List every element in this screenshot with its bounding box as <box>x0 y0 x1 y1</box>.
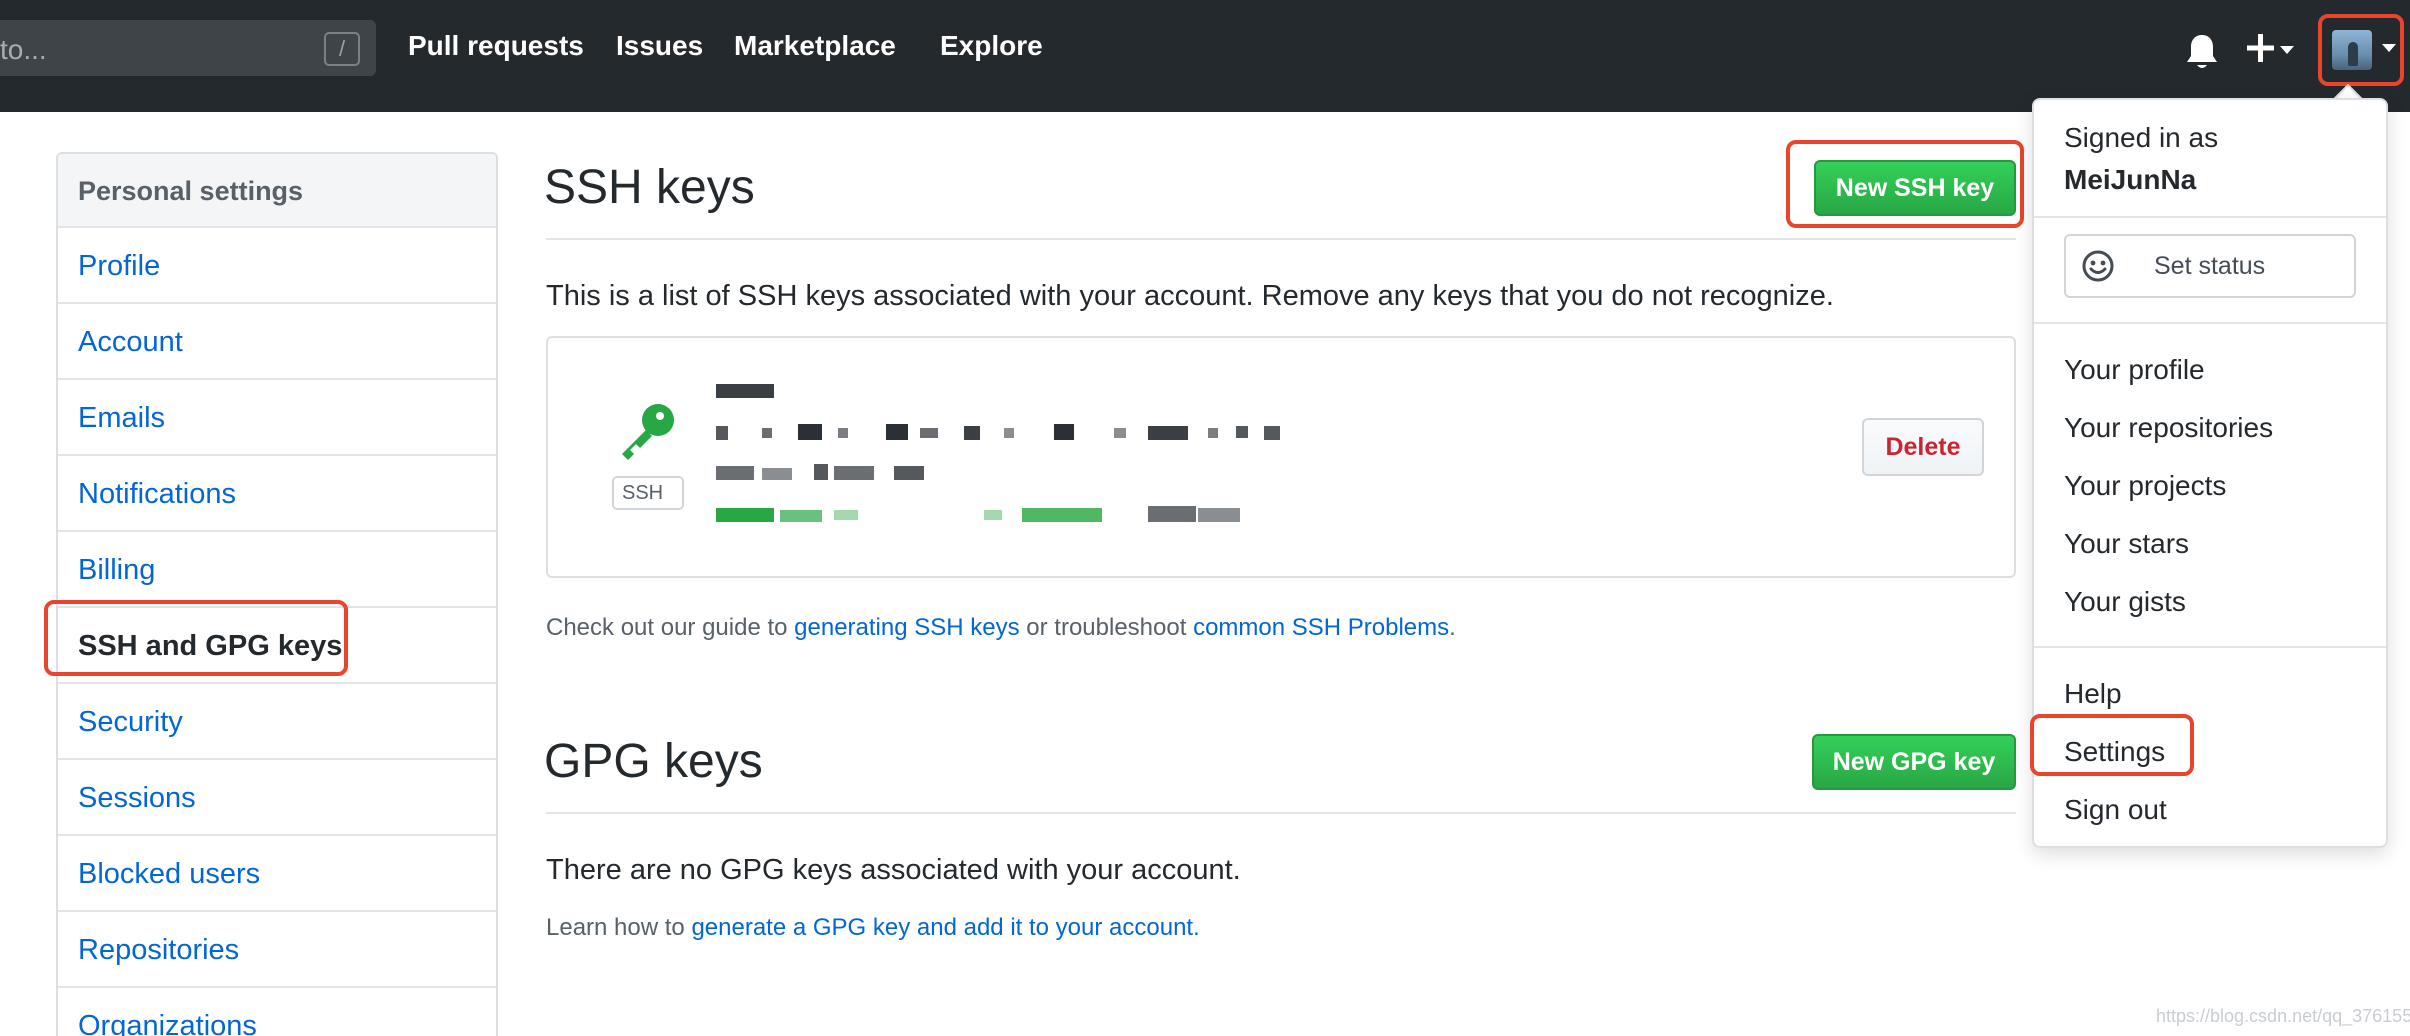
nav-marketplace[interactable]: Marketplace <box>734 30 896 62</box>
sidebar-item-billing[interactable]: Billing <box>58 532 496 608</box>
avatar <box>2332 30 2372 70</box>
highlight-new-ssh-key <box>1786 140 2024 228</box>
ssh-guide-text: Check out our guide to generating SSH ke… <box>546 614 1456 642</box>
search-shortcut-key: / <box>324 32 360 66</box>
avatar-menu-toggle[interactable] <box>2318 14 2404 86</box>
menu-your-gists[interactable]: Your gists <box>2064 586 2186 618</box>
signed-in-username: MeiJunNa <box>2064 164 2197 195</box>
ssh-title-divider <box>546 238 2016 240</box>
dropdown-divider <box>2034 646 2386 648</box>
menu-sign-out[interactable]: Sign out <box>2064 794 2167 826</box>
highlight-settings <box>2030 714 2194 776</box>
dropdown-divider <box>2034 216 2386 218</box>
smiley-icon <box>2082 250 2114 282</box>
ssh-key-item: SSH Delete <box>546 336 2016 578</box>
sidebar-item-organizations[interactable]: Organizations <box>58 988 496 1036</box>
chevron-down-icon <box>2382 44 2396 52</box>
sidebar-item-notifications[interactable]: Notifications <box>58 456 496 532</box>
menu-your-repositories[interactable]: Your repositories <box>2064 412 2273 444</box>
nav-pull-requests[interactable]: Pull requests <box>408 30 584 62</box>
gpg-empty-text: There are no GPG keys associated with yo… <box>546 854 1241 886</box>
ssh-guide-prefix: Check out our guide to <box>546 614 795 641</box>
nav-issues[interactable]: Issues <box>616 30 703 62</box>
sidebar-heading: Personal settings <box>58 154 496 228</box>
delete-ssh-key-button[interactable]: Delete <box>1862 418 1984 476</box>
sidebar-item-emails[interactable]: Emails <box>58 380 496 456</box>
ssh-keys-title: SSH keys <box>544 161 755 214</box>
generate-gpg-key-link[interactable]: generate a GPG key and add it to your ac… <box>691 914 1193 941</box>
search-placeholder: to... <box>0 34 47 65</box>
nav-explore[interactable]: Explore <box>940 30 1043 62</box>
ssh-guide-suffix: . <box>1449 614 1456 641</box>
plus-icon[interactable] <box>2244 28 2300 72</box>
top-navbar: to... / Pull requests Issues Marketplace… <box>0 0 2410 112</box>
sidebar-item-sessions[interactable]: Sessions <box>58 760 496 836</box>
sidebar-item-repositories[interactable]: Repositories <box>58 912 496 988</box>
settings-sidebar: Personal settings Profile Account Emails… <box>56 152 498 1036</box>
menu-your-projects[interactable]: Your projects <box>2064 470 2226 502</box>
sidebar-item-profile[interactable]: Profile <box>58 228 496 304</box>
gpg-learn-prefix: Learn how to <box>546 914 692 941</box>
menu-your-stars[interactable]: Your stars <box>2064 528 2189 560</box>
sidebar-item-account[interactable]: Account <box>58 304 496 380</box>
sidebar-item-blocked-users[interactable]: Blocked users <box>58 836 496 912</box>
gpg-learn-text: Learn how to generate a GPG key and add … <box>546 914 1200 942</box>
common-ssh-problems-link[interactable]: common SSH Problems <box>1193 614 1449 641</box>
dropdown-divider <box>2034 322 2386 324</box>
watermark-text: https://blog.csdn.net/qq_37615595 <box>2156 1006 2410 1026</box>
set-status-button[interactable]: Set status <box>2064 234 2356 298</box>
ssh-key-badge: SSH <box>612 476 684 510</box>
search-input[interactable]: to... / <box>0 20 376 76</box>
gpg-keys-title: GPG keys <box>544 735 763 788</box>
set-status-label: Set status <box>2154 252 2266 280</box>
highlight-ssh-gpg-keys <box>44 600 348 676</box>
ssh-guide-middle: or troubleshoot <box>1019 614 1194 641</box>
new-gpg-key-button[interactable]: New GPG key <box>1812 734 2016 790</box>
bell-icon[interactable] <box>2184 32 2220 72</box>
gpg-title-divider <box>546 812 2016 814</box>
sidebar-item-security[interactable]: Security <box>58 684 496 760</box>
generating-ssh-keys-link[interactable]: generating SSH keys <box>794 614 1019 641</box>
key-icon <box>622 404 674 460</box>
menu-help[interactable]: Help <box>2064 678 2122 710</box>
signed-in-label: Signed in as <box>2064 122 2219 153</box>
menu-your-profile[interactable]: Your profile <box>2064 354 2205 386</box>
gpg-learn-suffix: . <box>1193 914 1200 941</box>
ssh-description: This is a list of SSH keys associated wi… <box>546 280 1834 312</box>
